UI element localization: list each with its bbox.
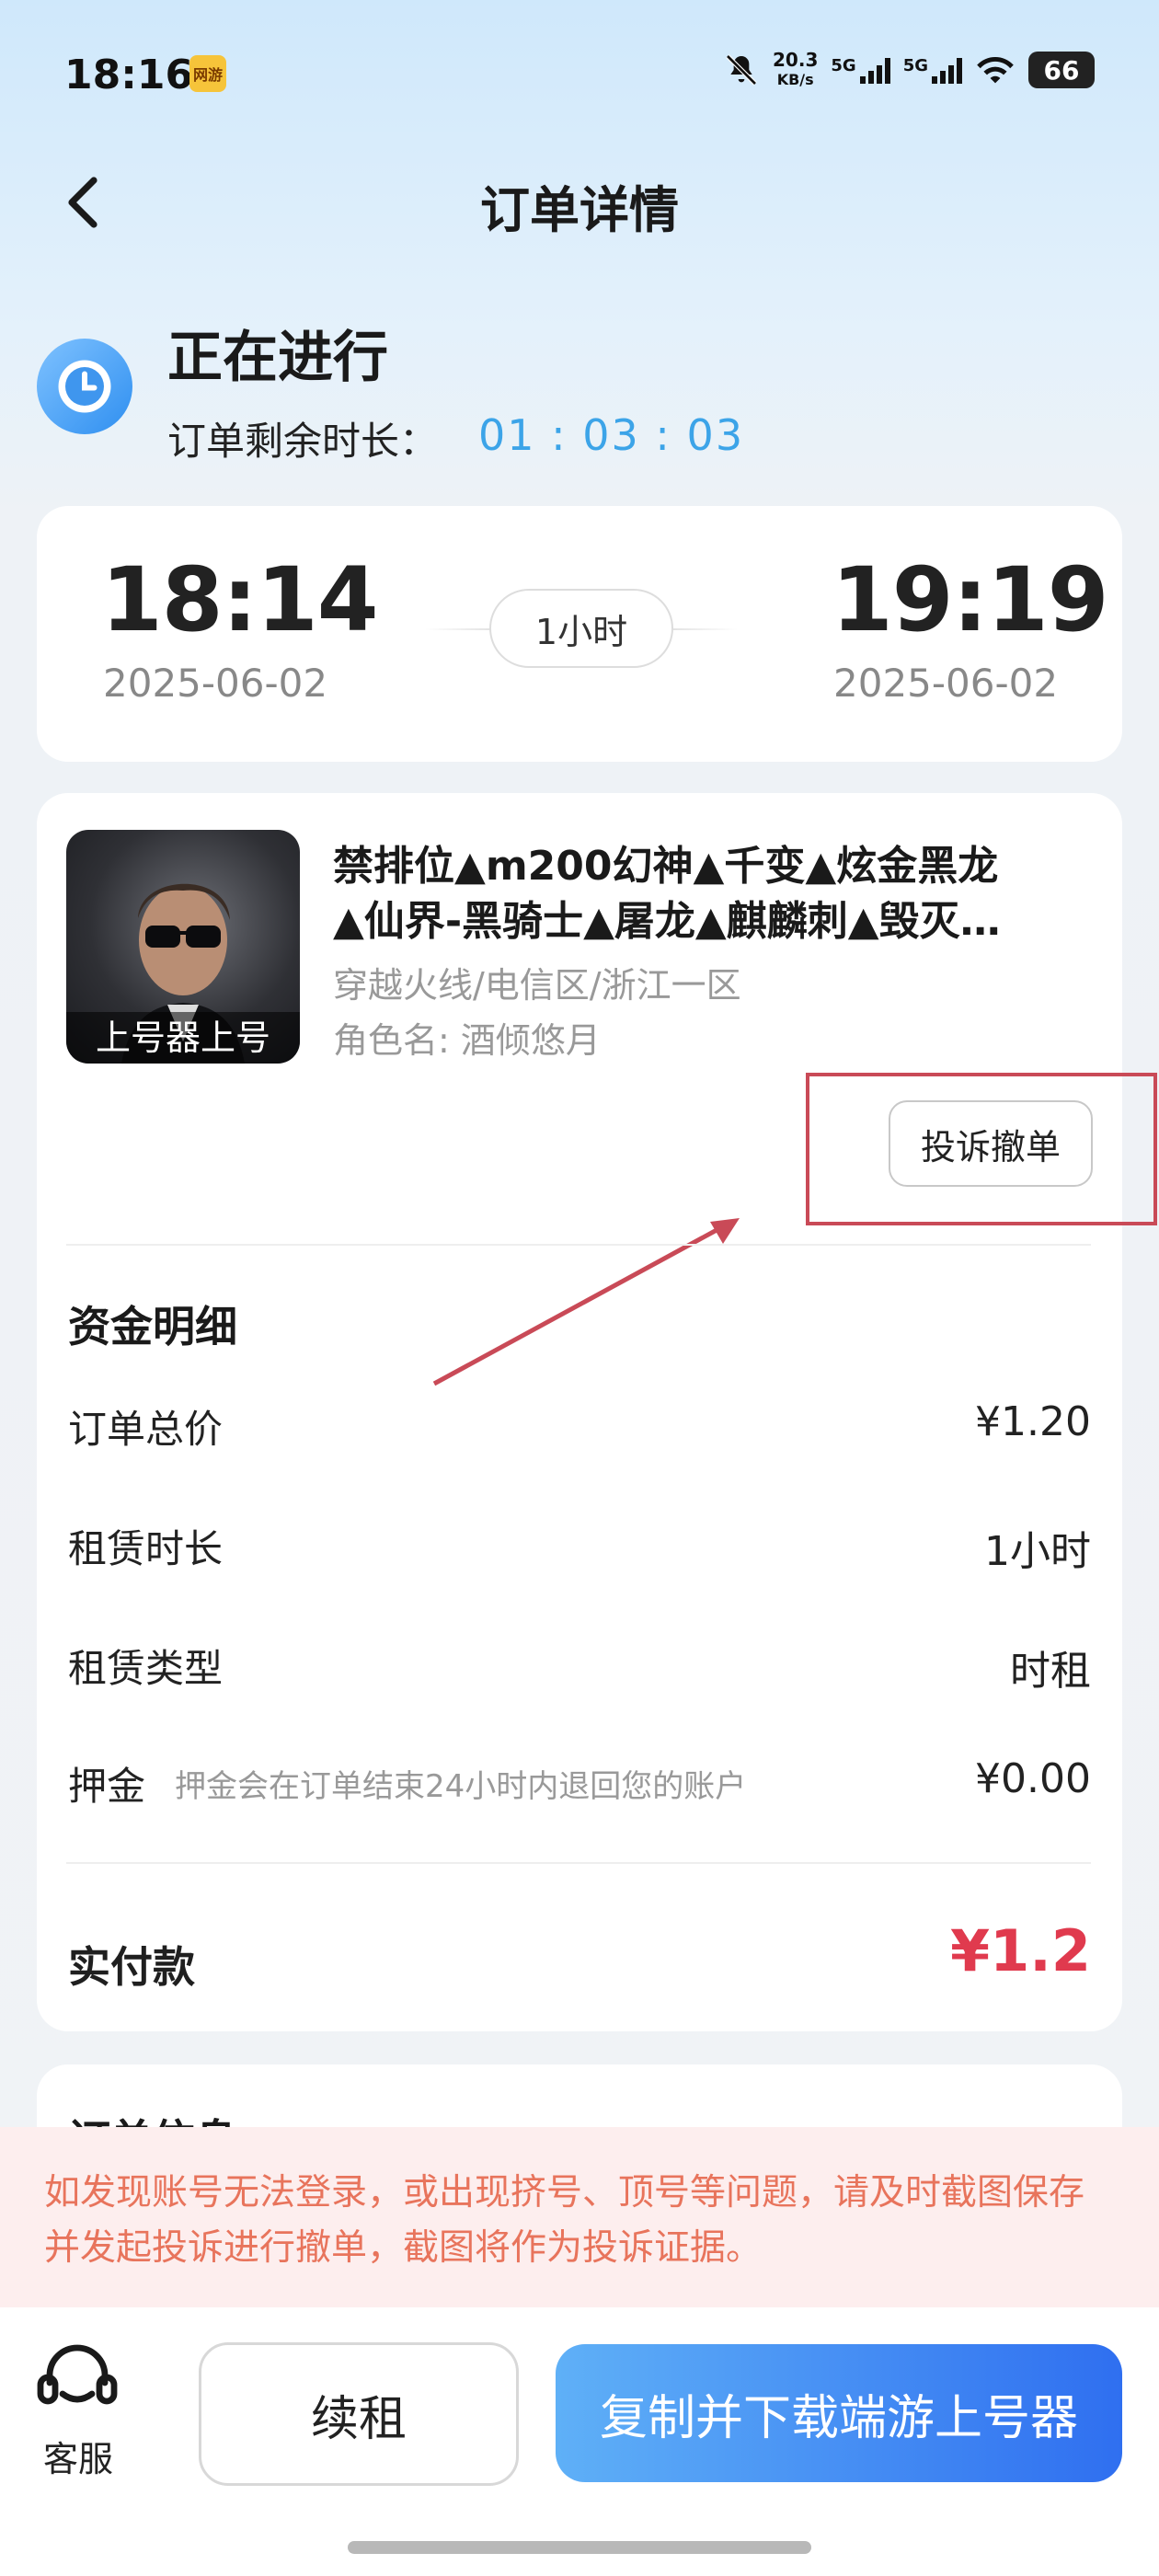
rent-duration-label: 租赁时长 (68, 1526, 224, 1571)
duration-line-right (671, 628, 738, 630)
renew-button[interactable]: 续租 (199, 2342, 519, 2486)
paid-label: 实付款 (68, 1942, 195, 1992)
deposit-note: 押金会在订单结束24小时内退回您的账户 (175, 1768, 747, 1805)
copy-download-button[interactable]: 复制并下载端游上号器 (556, 2344, 1122, 2482)
annotation-arrow-icon (432, 1218, 740, 1386)
duration-line-left (425, 628, 491, 630)
role-name: 角色名: 酒倾悠月 (333, 1020, 601, 1061)
battery-icon: 66 (1028, 52, 1095, 88)
clock-icon (37, 339, 132, 434)
home-indicator[interactable] (348, 2541, 811, 2554)
paid-value: ¥1.2 (950, 1917, 1091, 1984)
deposit-label: 押金 (68, 1764, 146, 1809)
signal-1-icon: 5G (831, 56, 890, 84)
total-price-label: 订单总价 (68, 1407, 224, 1452)
page-title: 订单详情 (480, 181, 679, 239)
status-icons: 20.3 KB/s 5G 5G 66 (723, 50, 1095, 90)
warning-banner: 如发现账号无法登录，或出现挤号、顶号等问题，请及时截图保存并发起投诉进行撤单，截… (0, 2127, 1159, 2307)
rent-type-value: 时租 (1010, 1648, 1091, 1695)
thumbnail-label: 上号器上号 (66, 1012, 300, 1064)
signal-2-icon: 5G (903, 56, 962, 84)
start-date: 2025-06-02 (103, 661, 328, 706)
game-title[interactable]: 禁排位▲m200幻神▲千变▲炫金黑龙 ▲仙界-黑骑士▲屠龙▲麒麟刺▲毁灭… (333, 839, 1087, 949)
annotation-highlight-box (806, 1073, 1157, 1225)
mute-bell-icon (726, 54, 757, 86)
end-date: 2025-06-02 (833, 661, 1059, 706)
funds-section-title: 资金明细 (68, 1302, 237, 1351)
deposit-value: ¥0.00 (975, 1755, 1091, 1802)
rent-type-label: 租赁类型 (68, 1646, 224, 1691)
divider (66, 1244, 1091, 1246)
wifi-icon (977, 56, 1014, 84)
game-thumbnail[interactable]: 上号器上号 (66, 830, 300, 1064)
notification-app-icon: 网游 (189, 55, 226, 92)
headset-icon[interactable] (35, 2342, 120, 2416)
rent-duration-value: 1小时 (984, 1528, 1091, 1575)
total-price-value: ¥1.20 (975, 1398, 1091, 1445)
end-time: 19:19 (832, 548, 1109, 651)
remaining-label: 订单剩余时长： (167, 419, 439, 464)
customer-service-label[interactable]: 客服 (37, 2431, 120, 2481)
start-time: 18:14 (101, 548, 379, 651)
network-speed: 20.3 KB/s (773, 49, 819, 88)
remaining-time: 01 : 03 : 03 (478, 410, 745, 460)
status-time: 18:16 (64, 52, 194, 98)
duration-pill: 1小时 (489, 589, 673, 668)
divider (66, 1862, 1091, 1864)
game-region: 穿越火线/电信区/浙江一区 (333, 965, 741, 1006)
order-status-title: 正在进行 (167, 326, 388, 390)
